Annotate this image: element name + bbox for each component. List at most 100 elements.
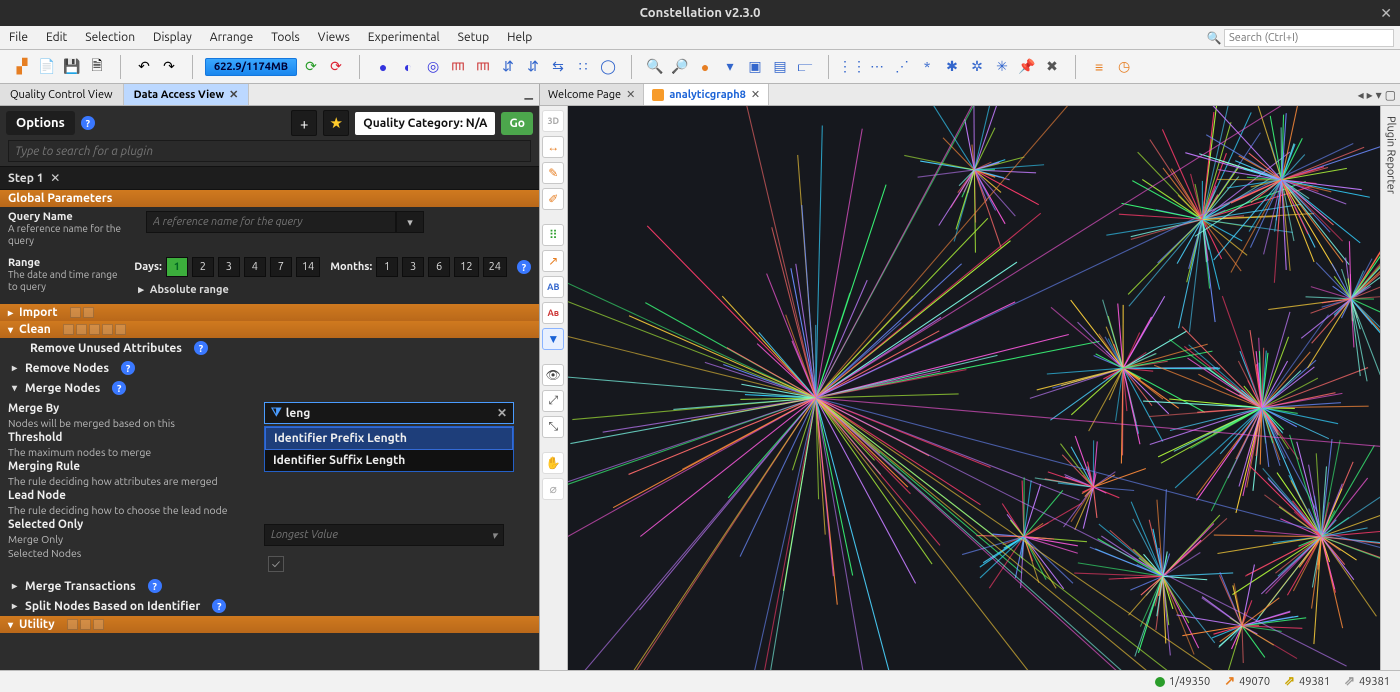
clean-remove-nodes[interactable]: ▸ Remove Nodes ? [0,358,539,378]
add-step-button[interactable]: + [291,110,317,136]
tb-globe-icon[interactable]: ● [694,56,716,78]
tb-grid-1-icon[interactable]: ⋮⋮ [841,56,863,78]
lead-node-select[interactable]: Longest Value ▾ [264,524,504,546]
gtb-hand-icon[interactable]: ✋ [542,452,564,474]
tab-list-icon[interactable]: ▾ [1376,88,1382,102]
gtb-label-ab-icon[interactable]: AB [542,276,564,298]
tb-layout-3-icon[interactable]: ◎ [422,56,444,78]
range-month-3[interactable]: 3 [402,257,424,277]
tab-quality-control[interactable]: Quality Control View [0,84,124,105]
section-clean[interactable]: ▾ Clean [0,321,539,338]
query-name-input[interactable] [146,211,396,233]
panel-minimize-icon[interactable]: ▁ [519,84,539,105]
help-icon[interactable]: ? [517,260,531,274]
step-tab[interactable]: Step 1 ✕ [0,166,539,190]
help-icon[interactable]: ? [212,599,226,613]
tb-histogram-icon[interactable]: ⫍ [794,56,816,78]
tab-data-access[interactable]: Data Access View ✕ [124,84,250,105]
close-icon[interactable]: ✕ [626,88,635,101]
range-day-14[interactable]: 14 [296,257,320,277]
menu-experimental[interactable]: Experimental [359,28,449,47]
close-icon[interactable]: ✕ [48,171,61,185]
tb-zoom-in-icon[interactable]: 🔍 [644,56,666,78]
memory-indicator[interactable]: 622.9/1174MB [205,58,297,76]
tb-filter-icon[interactable]: ▾ [719,56,741,78]
graph-canvas[interactable] [568,106,1381,670]
favorite-step-button[interactable]: ★ [323,110,349,136]
tb-open-icon[interactable]: 📄 [36,56,58,78]
range-month-6[interactable]: 6 [428,257,450,277]
tb-undo-icon[interactable]: ↶ [133,56,155,78]
tb-net-4-icon[interactable]: ✳ [991,56,1013,78]
tb-tree-1-icon[interactable]: ⺵ [447,56,469,78]
menu-file[interactable]: File [0,28,37,47]
gtb-draw2-icon[interactable]: ✐ [542,188,564,210]
tb-redo-icon[interactable]: ↷ [158,56,180,78]
tb-net-2-icon[interactable]: ✱ [941,56,963,78]
gtb-expand-icon[interactable]: ⤢ [542,390,564,412]
plugin-reporter-tab[interactable]: Plugin Reporter [1385,106,1397,194]
gtb-nodes-icon[interactable]: ⠿ [542,224,564,246]
menu-setup[interactable]: Setup [449,28,499,47]
range-day-1[interactable]: 1 [166,257,188,277]
help-icon[interactable]: ? [148,579,162,593]
gtb-contract-icon[interactable]: ⤡ [542,416,564,438]
menu-arrange[interactable]: Arrange [201,28,262,47]
range-month-24[interactable]: 24 [483,257,507,277]
clean-merge-transactions[interactable]: ▸ Merge Transactions ? [0,576,539,596]
tab-welcome[interactable]: Welcome Page ✕ [540,84,644,105]
go-button[interactable]: Go [501,112,533,135]
gtb-filter-icon[interactable]: ▼ [542,328,564,350]
close-icon[interactable]: ✕ [229,88,238,101]
section-import[interactable]: ▸ Import [0,304,539,321]
merge-by-filter-input[interactable]: ⧩ leng ✕ [264,402,514,424]
tb-circle-icon[interactable]: ◯ [597,56,619,78]
search-icon[interactable]: 🔍 [1206,30,1222,46]
tb-hier-3-icon[interactable]: ⇆ [547,56,569,78]
menu-edit[interactable]: Edit [37,28,76,47]
tb-misc-1-icon[interactable]: ▣ [744,56,766,78]
tb-save-all-icon[interactable]: 🗎 [86,56,108,78]
tb-zoom-out-icon[interactable]: 🔎 [669,56,691,78]
tb-misc-2-icon[interactable]: ▤ [769,56,791,78]
clean-merge-nodes[interactable]: ▾ Merge Nodes ? [0,378,539,398]
menu-help[interactable]: Help [498,28,541,47]
section-utility[interactable]: ▾ Utility [0,616,539,633]
gtb-label-ab2-icon[interactable]: Aв [542,302,564,324]
gtb-draw-icon[interactable]: ✎ [542,162,564,184]
tb-sort-icon[interactable]: ≡ [1088,56,1110,78]
plugin-search-input[interactable] [8,140,531,162]
tb-net-3-icon[interactable]: ✲ [966,56,988,78]
range-day-7[interactable]: 7 [270,257,292,277]
tb-scatter-icon[interactable]: ∷ [572,56,594,78]
tb-hier-1-icon[interactable]: ⇵ [497,56,519,78]
tb-gc-green-icon[interactable]: ⟳ [300,56,322,78]
help-icon[interactable]: ? [112,381,126,395]
tb-save-icon[interactable]: 💾 [61,56,83,78]
gtb-3d-icon[interactable]: 3D [542,110,564,132]
menu-selection[interactable]: Selection [76,28,144,47]
tab-nav-next-icon[interactable]: ▸ [1367,88,1373,102]
da-options-button[interactable]: Options [6,111,75,135]
tb-gc-red-icon[interactable]: ⟳ [325,56,347,78]
help-icon[interactable]: ? [121,361,135,375]
gtb-visibility-icon[interactable]: 👁 [542,364,564,386]
tab-nav-prev-icon[interactable]: ◂ [1358,88,1364,102]
close-icon[interactable]: ✕ [751,88,760,101]
clean-remove-unused[interactable]: Remove Unused Attributes ? [0,338,539,358]
range-day-4[interactable]: 4 [244,257,266,277]
clean-split-nodes[interactable]: ▸ Split Nodes Based on Identifier ? [0,596,539,616]
global-search-input[interactable] [1224,29,1394,47]
range-day-3[interactable]: 3 [218,257,240,277]
gtb-link-icon[interactable]: ↔ [542,136,564,158]
range-month-12[interactable]: 12 [454,257,478,277]
tab-analyticgraph8[interactable]: analyticgraph8 ✕ [644,84,769,105]
tb-layout-2-icon[interactable]: ◐ [397,56,419,78]
range-day-2[interactable]: 2 [192,257,214,277]
merge-option-suffix[interactable]: Identifier Suffix Length [265,450,513,471]
maximize-icon[interactable]: ▢ [1385,88,1396,102]
tb-net-1-icon[interactable]: * [916,56,938,78]
tb-new-graph-icon[interactable]: ▞ [11,56,33,78]
tb-tree-2-icon[interactable]: ⺵ [472,56,494,78]
help-icon[interactable]: ? [81,116,95,130]
